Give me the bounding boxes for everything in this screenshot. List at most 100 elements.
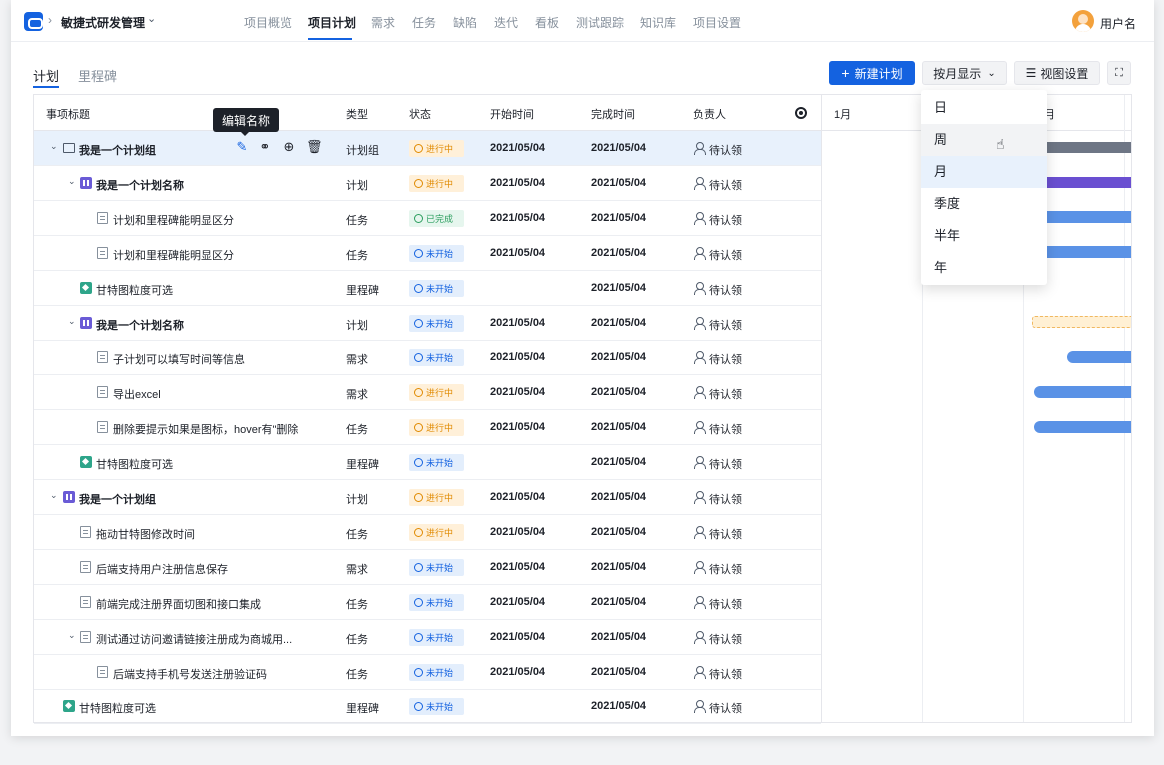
row-end-date[interactable]: 2021/05/04 — [591, 386, 646, 398]
status-badge[interactable]: 进行中 — [409, 140, 464, 157]
gantt-bar[interactable] — [1045, 177, 1131, 188]
row-start-date[interactable]: 2021/05/04 — [490, 212, 545, 224]
row-end-date[interactable]: 2021/05/04 — [591, 212, 646, 224]
link-icon[interactable]: ⚭ — [258, 140, 272, 154]
table-row[interactable]: 前端完成注册界面切图和接口集成 任务 未开始 2021/05/04 2021/05/04… — [34, 585, 821, 620]
row-owner[interactable]: 待认领 — [709, 421, 742, 437]
status-badge[interactable]: 未开始 — [409, 279, 464, 297]
row-owner[interactable]: 待认领 — [709, 596, 742, 612]
row-end-date[interactable]: 2021/05/04 — [591, 631, 646, 643]
new-plan-button[interactable]: + 新建计划 — [829, 61, 915, 85]
fullscreen-button[interactable]: ⛶ — [1107, 61, 1131, 85]
row-end-date[interactable]: 2021/05/04 — [591, 142, 646, 154]
table-row[interactable]: 子计划可以填写时间等信息 需求 未开始 2021/05/04 2021/05/04 待认领 — [34, 340, 821, 376]
nav-tab-kanban[interactable]: 看板 — [535, 14, 559, 31]
project-name[interactable]: 敏捷式研发管理 — [61, 14, 145, 31]
row-owner[interactable]: 待认领 — [709, 386, 742, 402]
chevron-down-icon[interactable]: ⌄ — [50, 141, 58, 152]
gantt-bar[interactable] — [1045, 246, 1131, 258]
status-badge[interactable]: 未开始 — [409, 593, 464, 611]
row-title[interactable]: 前端完成注册界面切图和接口集成 — [96, 596, 261, 612]
row-owner[interactable]: 待认领 — [709, 317, 742, 333]
row-end-date[interactable]: 2021/05/04 — [591, 526, 646, 538]
row-end-date[interactable]: 2021/05/04 — [591, 351, 646, 363]
chevron-down-icon[interactable]: ⌄ — [147, 12, 156, 25]
status-badge[interactable]: 未开始 — [409, 314, 464, 332]
status-badge[interactable]: 进行中 — [409, 419, 464, 437]
row-title[interactable]: 甘特图粒度可选 — [79, 700, 156, 716]
nav-tab-test-tracking[interactable]: 测试跟踪 — [576, 14, 624, 31]
gantt-bar[interactable] — [1034, 421, 1131, 433]
nav-tab-iterations[interactable]: 迭代 — [494, 14, 518, 31]
row-owner[interactable]: 待认领 — [709, 212, 742, 228]
row-title[interactable]: 计划和里程碑能明显区分 — [113, 212, 234, 228]
row-start-date[interactable]: 2021/05/04 — [490, 561, 545, 573]
row-owner[interactable]: 待认领 — [709, 456, 742, 472]
dropdown-option-month[interactable]: 月 — [921, 156, 1047, 188]
row-title[interactable]: 测试通过访问邀请链接注册成为商城用... — [96, 631, 292, 647]
table-row[interactable]: 计划和里程碑能明显区分 任务 未开始 2021/05/04 2021/05/04 待认领 — [34, 236, 821, 271]
row-end-date[interactable]: 2021/05/04 — [591, 700, 646, 712]
row-end-date[interactable]: 2021/05/04 — [591, 247, 646, 259]
dropdown-option-week[interactable]: 周 — [921, 124, 1047, 156]
row-start-date[interactable]: 2021/05/04 — [490, 526, 545, 538]
row-owner[interactable]: 待认领 — [709, 282, 742, 298]
row-end-date[interactable]: 2021/05/04 — [591, 282, 646, 294]
row-owner[interactable]: 待认领 — [709, 561, 742, 577]
row-start-date[interactable]: 2021/05/04 — [490, 247, 545, 259]
row-title[interactable]: 后端支持手机号发送注册验证码 — [113, 666, 267, 682]
gear-icon[interactable] — [795, 107, 807, 119]
row-owner[interactable]: 待认领 — [709, 351, 742, 367]
row-end-date[interactable]: 2021/05/04 — [591, 596, 646, 608]
row-owner[interactable]: 待认领 — [709, 631, 742, 647]
nav-tab-tasks[interactable]: 任务 — [412, 14, 436, 31]
table-row[interactable]: 甘特图粒度可选 里程碑 未开始 2021/05/04 待认领 — [34, 271, 821, 306]
table-row[interactable]: 甘特图粒度可选 里程碑 未开始 2021/05/04 待认领 — [34, 689, 821, 725]
row-end-date[interactable]: 2021/05/04 — [591, 666, 646, 678]
row-owner[interactable]: 待认领 — [709, 177, 742, 193]
nav-tab-plan[interactable]: 项目计划 — [308, 14, 356, 31]
gantt-bar[interactable] — [1034, 386, 1131, 398]
row-title[interactable]: 后端支持用户注册信息保存 — [96, 561, 228, 577]
table-row[interactable]: 删除要提示如果是图标，hover有"删除 任务 进行中 2021/05/04 2021/… — [34, 410, 821, 446]
row-title[interactable]: 计划和里程碑能明显区分 — [113, 247, 234, 263]
status-badge[interactable]: 未开始 — [409, 628, 464, 646]
row-start-date[interactable]: 2021/05/04 — [490, 666, 545, 678]
row-title[interactable]: 我是一个计划组 — [79, 142, 156, 158]
row-end-date[interactable]: 2021/05/04 — [591, 561, 646, 573]
row-start-date[interactable]: 2021/05/04 — [490, 491, 545, 503]
row-start-date[interactable]: 2021/05/04 — [490, 317, 545, 329]
row-start-date[interactable]: 2021/05/04 — [490, 177, 545, 189]
status-badge[interactable]: 未开始 — [409, 698, 464, 716]
chevron-down-icon[interactable]: ⌄ — [68, 316, 76, 327]
delete-icon[interactable]: 🗑 — [306, 140, 323, 154]
row-end-date[interactable]: 2021/05/04 — [591, 317, 646, 329]
row-title[interactable]: 我是一个计划组 — [79, 491, 156, 507]
row-title[interactable]: 子计划可以填写时间等信息 — [113, 351, 245, 367]
row-title[interactable]: 甘特图粒度可选 — [96, 282, 173, 298]
tab-plan[interactable]: 计划 — [33, 66, 59, 85]
status-badge[interactable]: 未开始 — [409, 454, 464, 472]
table-row[interactable]: 后端支持用户注册信息保存 需求 未开始 2021/05/04 2021/05/04 待认领 — [34, 550, 821, 585]
dropdown-option-quarter[interactable]: 季度 — [921, 188, 1047, 220]
row-owner[interactable]: 待认领 — [709, 247, 742, 263]
view-settings-button[interactable]: ☰ 视图设置 — [1014, 61, 1100, 85]
status-badge[interactable]: 进行中 — [409, 174, 464, 192]
row-start-date[interactable]: 2021/05/04 — [490, 596, 545, 608]
avatar[interactable] — [1072, 10, 1094, 32]
row-end-date[interactable]: 2021/05/04 — [591, 177, 646, 189]
table-row[interactable]: ⌄ 我是一个计划名称 计划 进行中 2021/05/04 2021/05/04 待认领 — [34, 166, 821, 201]
nav-tab-overview[interactable]: 项目概览 — [244, 14, 292, 31]
status-badge[interactable]: 未开始 — [409, 349, 464, 367]
dropdown-option-year[interactable]: 年 — [921, 252, 1047, 284]
row-start-date[interactable]: 2021/05/04 — [490, 142, 545, 154]
row-title[interactable]: 我是一个计划名称 — [96, 177, 184, 193]
table-row[interactable]: 后端支持手机号发送注册验证码 任务 未开始 2021/05/04 2021/05/04 待… — [34, 655, 821, 690]
table-row[interactable]: ⌄ 测试通过访问邀请链接注册成为商城用... 任务 未开始 2021/05/04 2021… — [34, 620, 821, 655]
table-row[interactable]: 拖动甘特图修改时间 任务 进行中 2021/05/04 2021/05/04 待认领 — [34, 515, 821, 550]
tab-milestone[interactable]: 里程碑 — [78, 66, 117, 85]
status-badge[interactable]: 已完成 — [409, 209, 464, 227]
row-start-date[interactable]: 2021/05/04 — [490, 351, 545, 363]
table-row[interactable]: ⌄ 我是一个计划名称 计划 未开始 2021/05/04 2021/05/04 待认领 — [34, 306, 821, 341]
dropdown-option-day[interactable]: 日 — [921, 92, 1047, 124]
